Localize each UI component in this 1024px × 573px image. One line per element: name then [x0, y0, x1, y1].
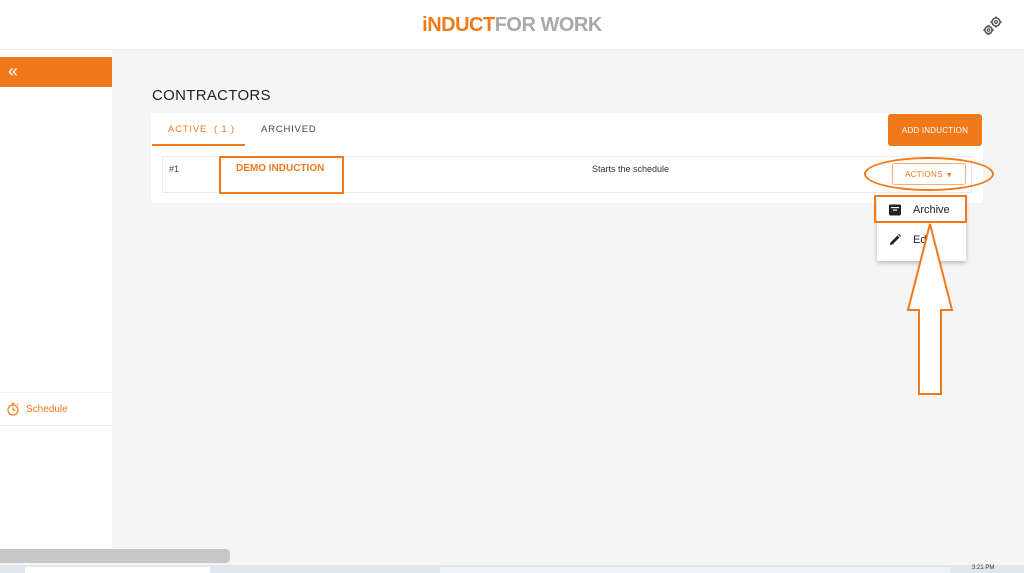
- active-tab-indicator: [152, 144, 245, 146]
- sidebar-item-label: Schedule: [26, 403, 68, 415]
- top-bar: iNDUCTFOR WORK: [0, 0, 1024, 50]
- page-title: CONTRACTORS: [152, 87, 271, 104]
- stopwatch-icon: [6, 402, 20, 416]
- taskbar-clock: 3:21 PM: [972, 565, 995, 571]
- tab-active[interactable]: ACTIVE ( 1 ): [168, 124, 235, 135]
- taskbar-search[interactable]: [25, 567, 210, 573]
- sidebar-item-schedule[interactable]: Schedule: [0, 392, 112, 426]
- actions-highlight-annotation: [864, 157, 994, 191]
- archive-highlight-annotation: [874, 195, 967, 223]
- horizontal-scrollbar[interactable]: [0, 549, 230, 563]
- sidebar-collapse-button[interactable]: «: [0, 57, 112, 87]
- taskbar-apps[interactable]: [440, 567, 950, 573]
- name-highlight-annotation: [219, 156, 344, 194]
- gears-icon[interactable]: [982, 15, 1004, 37]
- app-logo[interactable]: iNDUCTFOR WORK: [0, 14, 1024, 37]
- tab-archived[interactable]: ARCHIVED: [261, 124, 317, 135]
- logo-induct: iNDUCT: [422, 14, 495, 36]
- logo-for-work: FOR WORK: [494, 14, 603, 36]
- add-induction-button[interactable]: ADD INDUCTION: [888, 114, 982, 146]
- sidebar: « Schedule: [0, 50, 112, 549]
- row-number: #1: [169, 164, 180, 174]
- induction-description: Starts the schedule: [592, 164, 670, 174]
- up-arrow-annotation: [906, 223, 954, 395]
